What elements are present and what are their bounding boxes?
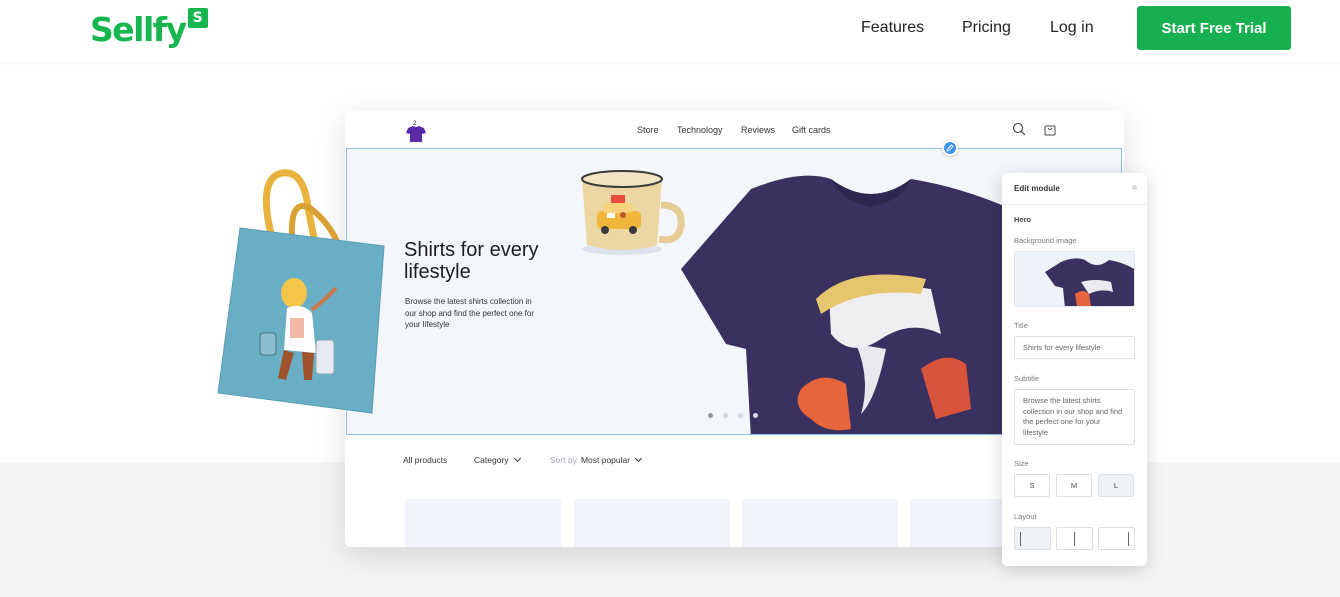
size-option-l[interactable]: L — [1098, 474, 1134, 497]
store-nav-gift-cards[interactable]: Gift cards — [792, 125, 831, 135]
svg-text:2: 2 — [413, 121, 417, 127]
edit-module-panel: Edit module Hero Background image Title … — [1002, 173, 1147, 566]
tshirt-logo-icon: 2 — [406, 121, 426, 142]
background-image-thumbnail[interactable] — [1014, 251, 1135, 307]
slider-dot[interactable] — [753, 413, 758, 418]
top-navigation-bar: Sellfy S Features Pricing Log in Start F… — [0, 0, 1340, 62]
product-card-placeholder[interactable] — [742, 499, 898, 547]
chevron-down-icon — [635, 454, 643, 463]
chevron-down-icon — [513, 454, 521, 463]
subtitle-label: Subtitle — [1014, 374, 1040, 383]
background-image-label: Background image — [1014, 236, 1077, 245]
mug-product-image — [581, 170, 685, 255]
slider-dot[interactable] — [708, 413, 713, 418]
store-nav-technology[interactable]: Technology — [677, 125, 723, 135]
tote-bag-product-image — [217, 169, 385, 414]
hero-title: Shirts for every lifestyle — [404, 239, 539, 283]
slider-dot[interactable] — [723, 413, 728, 418]
close-icon[interactable] — [1132, 185, 1137, 190]
store-nav-reviews[interactable]: Reviews — [741, 125, 775, 135]
section-label: Hero — [1014, 215, 1032, 224]
sort-dropdown[interactable]: Sort by Most popular — [550, 454, 643, 465]
store-nav-store[interactable]: Store — [637, 125, 659, 135]
size-option-s[interactable]: S — [1014, 474, 1050, 497]
title-input[interactable]: Shirts for every lifestyle — [1014, 336, 1135, 359]
product-card-placeholder[interactable] — [405, 499, 561, 547]
title-label: Title — [1014, 321, 1028, 330]
search-icon[interactable] — [1012, 122, 1026, 136]
nav-login-link[interactable]: Log in — [1050, 0, 1094, 56]
logo-wordmark: Sellfy — [90, 10, 187, 49]
edit-pencil-icon[interactable] — [942, 140, 958, 156]
size-option-m[interactable]: M — [1056, 474, 1092, 497]
hero-subtitle: Browse the latest shirts collection in o… — [405, 297, 534, 329]
slider-dot[interactable] — [738, 413, 743, 418]
filter-category-label: Category — [474, 455, 509, 465]
panel-title: Edit module — [1002, 173, 1147, 205]
filter-all-products[interactable]: All products — [403, 455, 447, 465]
layout-option-right[interactable] — [1098, 527, 1135, 550]
start-free-trial-button[interactable]: Start Free Trial — [1137, 6, 1291, 50]
layout-label: Layout — [1014, 512, 1037, 521]
size-label: Size — [1014, 459, 1029, 468]
layout-option-center[interactable] — [1056, 527, 1093, 550]
layout-option-left[interactable] — [1014, 527, 1051, 550]
sort-value: Most popular — [580, 455, 631, 465]
logo-badge-icon: S — [187, 8, 208, 28]
nav-pricing-link[interactable]: Pricing — [962, 0, 1011, 56]
tshirt-product-image — [681, 175, 1011, 434]
filter-category-dropdown[interactable]: Category — [474, 454, 521, 465]
shopping-bag-icon[interactable] — [1044, 123, 1056, 136]
sort-label: Sort by — [550, 455, 577, 465]
sellfy-logo[interactable]: Sellfy S — [90, 8, 208, 52]
product-card-placeholder[interactable] — [574, 499, 730, 547]
subtitle-textarea[interactable]: Browse the latest shirts collection in o… — [1014, 389, 1135, 445]
slider-pagination — [708, 413, 758, 418]
nav-features-link[interactable]: Features — [861, 0, 924, 56]
